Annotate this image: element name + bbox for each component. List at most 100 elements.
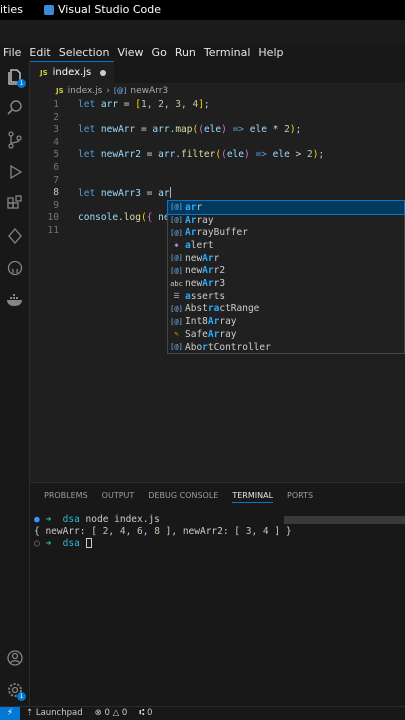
variable-symbol-icon: [@] xyxy=(113,87,127,95)
tab-debug-console[interactable]: DEBUG CONSOLE xyxy=(148,491,218,503)
js-file-icon: JS xyxy=(56,87,64,95)
variable-icon: [@] xyxy=(170,317,183,326)
terminal-line: ○ ➜ dsa xyxy=(34,538,292,550)
panel-tabs: PROBLEMS OUTPUT DEBUG CONSOLE TERMINAL P… xyxy=(44,491,313,503)
rocket-icon: ⇡ xyxy=(26,708,34,718)
line-number: 7 xyxy=(53,175,59,186)
menu-selection[interactable]: Selection xyxy=(55,46,114,59)
breadcrumb-file[interactable]: index.js xyxy=(68,86,103,96)
line-number: 8 xyxy=(53,187,59,198)
app-title[interactable]: Visual Studio Code xyxy=(44,3,161,16)
text-word-icon: abc xyxy=(170,279,183,288)
variable-icon: [@] xyxy=(170,203,183,212)
line-number: 1 xyxy=(53,99,59,110)
docker-icon[interactable] xyxy=(5,290,25,310)
suggestion-item[interactable]: [@] Int8 Ar ray xyxy=(168,315,404,328)
suggestion-item[interactable]: [@] ar r xyxy=(167,200,405,215)
variable-icon: [@] xyxy=(170,343,183,352)
vscode-icon xyxy=(44,4,54,15)
code-line: 6 xyxy=(30,162,405,174)
activities-label[interactable]: ities xyxy=(0,3,23,16)
suggestion-item[interactable]: [@] new Ar r xyxy=(168,252,404,265)
tab-terminal[interactable]: TERMINAL xyxy=(232,491,274,503)
source-control-icon[interactable] xyxy=(5,130,25,150)
status-bar: ⚡ ⇡ Launchpad ⊗ 0 △ 0 ⑆ 0 xyxy=(0,706,405,720)
terminal-line: { newArr: [ 2, 4, 6, 8 ], newArr2: [ 3, … xyxy=(34,526,292,537)
menu-terminal[interactable]: Terminal xyxy=(200,46,255,59)
suggestion-item[interactable]: abc new Ar r3 xyxy=(168,277,404,290)
tab-label: index.js xyxy=(52,67,92,78)
variable-icon: [@] xyxy=(170,266,183,275)
line-number: 9 xyxy=(53,200,59,211)
menu-run[interactable]: Run xyxy=(171,46,200,59)
suggestion-item[interactable]: ◆ a lert xyxy=(168,239,404,252)
settings-gear-icon[interactable]: 1 xyxy=(5,680,26,701)
menu-go[interactable]: Go xyxy=(148,46,171,59)
suggestion-item[interactable]: [@] Abo r tController xyxy=(168,341,404,354)
line-number: 3 xyxy=(53,124,59,135)
suggestion-item[interactable]: [@] Ar rayBuffer xyxy=(168,226,404,239)
explorer-icon[interactable]: 1 xyxy=(5,67,26,88)
status-items: ⇡ Launchpad ⊗ 0 △ 0 ⑆ 0 xyxy=(26,708,152,718)
launchpad-item[interactable]: ⇡ Launchpad xyxy=(26,708,83,718)
line-number: 11 xyxy=(47,225,59,236)
line-number: 5 xyxy=(53,149,59,160)
suggestion-item[interactable]: [@] Abst ra ctRange xyxy=(168,303,404,316)
tab-ports[interactable]: PORTS xyxy=(287,491,313,503)
terminal-output[interactable]: ● ➜ dsa node index.js { newArr: [ 2, 4, … xyxy=(34,514,292,550)
problems-item[interactable]: ⊗ 0 △ 0 xyxy=(95,708,128,718)
settings-badge: 1 xyxy=(17,692,26,701)
code-line: 2 xyxy=(30,112,405,124)
unsaved-dot-icon[interactable] xyxy=(100,70,106,76)
system-top-bar: ities Visual Studio Code xyxy=(0,0,405,20)
menu-view[interactable]: View xyxy=(113,46,147,59)
accounts-icon[interactable] xyxy=(5,648,25,668)
line-number: 2 xyxy=(53,112,59,123)
terminal-line: ● ➜ dsa node index.js xyxy=(34,514,160,525)
ports-item[interactable]: ⑆ 0 xyxy=(139,708,152,718)
function-icon: ◆ xyxy=(174,241,179,250)
run-debug-icon[interactable] xyxy=(5,162,25,182)
suggestion-item[interactable]: ☰ a sserts xyxy=(168,290,404,303)
explorer-badge: 1 xyxy=(17,79,26,88)
error-icon: ⊗ xyxy=(94,708,102,718)
activity-bar: 1 1 xyxy=(0,61,30,706)
variable-icon: [@] xyxy=(170,228,183,237)
module-icon: ☰ xyxy=(173,292,180,301)
text-cursor xyxy=(169,187,171,198)
breadcrumb-symbol[interactable]: newArr3 xyxy=(130,86,168,96)
variable-icon: [@] xyxy=(170,304,183,313)
js-file-icon: JS xyxy=(40,68,48,77)
menu-help[interactable]: Help xyxy=(254,46,287,59)
variable-icon: [@] xyxy=(170,216,183,225)
menu-file[interactable]: File xyxy=(0,46,25,59)
terminal-scroll-highlight xyxy=(284,516,405,524)
warning-icon: △ xyxy=(112,708,120,718)
ports-icon: ⑆ xyxy=(139,708,145,718)
tab-output[interactable]: OUTPUT xyxy=(102,491,135,503)
suggestion-item[interactable]: ✎ Safe Ar ray xyxy=(168,328,404,341)
suggestion-item[interactable]: [@] new Ar r2 xyxy=(168,265,404,278)
terminal-cursor xyxy=(85,538,92,548)
remote-icon[interactable]: ⚡ xyxy=(0,707,20,720)
window-titlebar xyxy=(0,20,405,43)
bottom-panel: PROBLEMS OUTPUT DEBUG CONSOLE TERMINAL P… xyxy=(30,482,405,706)
line-number: 10 xyxy=(47,212,59,223)
suggestion-item[interactable]: [@] Ar ray xyxy=(168,214,404,227)
breadcrumb: JS index.js › [@] newArr3 xyxy=(56,86,168,96)
code-line: 5 let newArr2 = arr.filter((ele) => ele … xyxy=(30,149,405,161)
code-line: 8 let newArr3 = ar xyxy=(30,187,405,199)
tab-index-js[interactable]: JS index.js xyxy=(30,61,114,83)
editor-tab-bar: JS index.js xyxy=(30,61,405,83)
testing-icon[interactable] xyxy=(5,226,25,246)
tab-problems[interactable]: PROBLEMS xyxy=(44,491,88,503)
code-line: 7 xyxy=(30,175,405,187)
menu-edit[interactable]: Edit xyxy=(25,46,54,59)
github-icon[interactable] xyxy=(5,258,25,278)
app-title-text: Visual Studio Code xyxy=(58,3,162,16)
search-icon[interactable] xyxy=(5,98,25,118)
code-line: 3 let newArr = arr.map((ele) => ele * 2)… xyxy=(30,124,405,136)
line-number: 6 xyxy=(53,162,59,173)
extensions-icon[interactable] xyxy=(5,194,25,214)
code-text: let newArr2 = arr.filter((ele) => ele > … xyxy=(78,149,325,160)
